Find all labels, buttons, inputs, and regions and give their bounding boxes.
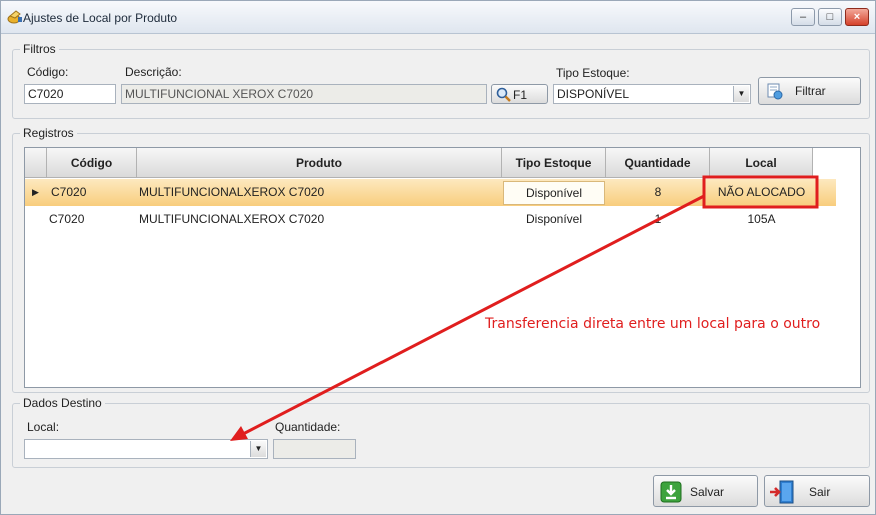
highlight-box — [702, 175, 819, 209]
annotation-overlay — [230, 175, 819, 441]
annotation-arrow-line — [242, 194, 705, 436]
annotation-text: Transferencia direta entre um local para… — [485, 316, 821, 332]
